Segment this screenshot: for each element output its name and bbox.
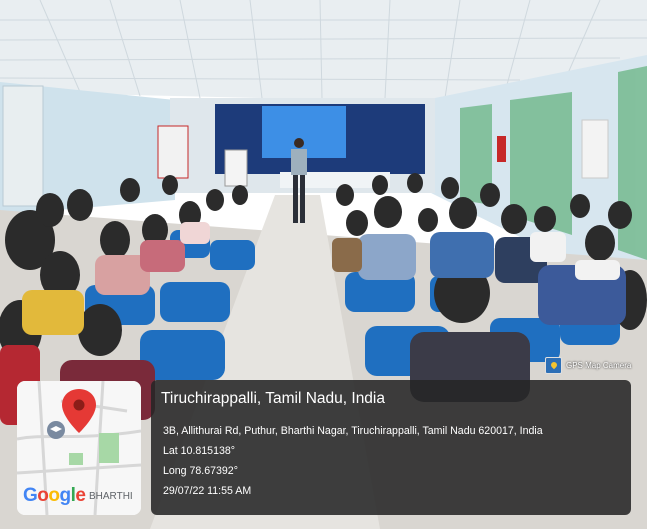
standee-banner bbox=[157, 125, 189, 179]
location-title: Tiruchirappalli, Tamil Nadu, India bbox=[161, 390, 385, 407]
map-thumbnail[interactable]: Google BHARTHI bbox=[17, 381, 141, 515]
gps-map-camera-watermark: GPS Map Camera bbox=[545, 356, 637, 374]
graduation-cap-marker-icon bbox=[47, 421, 65, 439]
location-latitude: Lat 10.815138° bbox=[163, 445, 235, 457]
fire-extinguisher bbox=[497, 136, 506, 162]
map-area-label: BHARTHI bbox=[89, 491, 133, 502]
gps-map-camera-logo-icon bbox=[545, 356, 562, 374]
left-door bbox=[2, 85, 44, 207]
location-timestamp: 29/07/22 11:55 AM bbox=[163, 485, 252, 497]
location-address: 3B, Allithurai Rd, Puthur, Bharthi Nagar… bbox=[163, 425, 543, 437]
podium bbox=[224, 149, 248, 187]
watermark-label: GPS Map Camera bbox=[566, 360, 632, 370]
photo-frame: GPS Map Camera Google BHARTHI Tiruchirap… bbox=[0, 0, 647, 529]
notice-calendar bbox=[581, 119, 609, 179]
google-logo: Google bbox=[23, 485, 86, 506]
location-info-panel: Tiruchirappalli, Tamil Nadu, India 3B, A… bbox=[151, 380, 631, 515]
location-longitude: Long 78.67392° bbox=[163, 465, 238, 477]
